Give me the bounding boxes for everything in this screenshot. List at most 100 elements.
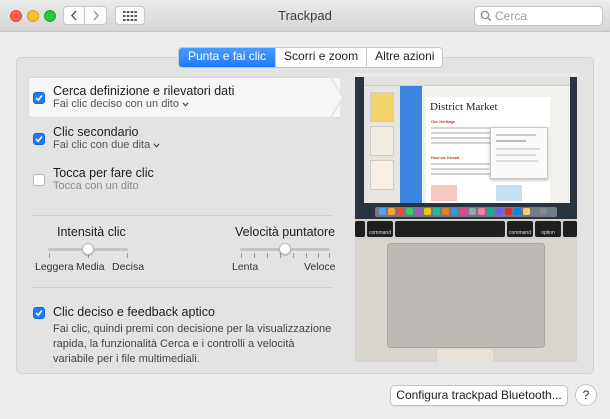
chevron-down-icon [182, 102, 189, 107]
secondary-click-subtitle: Fai clic con due dita [53, 139, 151, 151]
speed-label-slow: Lenta [232, 261, 259, 273]
checkmark-icon [35, 94, 43, 102]
dock-app-icon [469, 208, 476, 215]
system-preferences-window: Trackpad Punta e fai clic Scorri e zoom … [0, 0, 610, 419]
tap-to-click-title: Tocca per fare clic [53, 166, 154, 180]
tap-to-click-checkbox[interactable] [33, 174, 45, 186]
tab-more-gestures[interactable]: Altre azioni [366, 48, 442, 67]
tick [293, 253, 294, 258]
dock-app-icon [388, 208, 395, 215]
preview-toolbar [364, 77, 570, 86]
chevron-down-icon [153, 143, 160, 148]
bluetooth-trackpad-button[interactable]: Configura trackpad Bluetooth... [390, 385, 568, 406]
dock-app-icon [406, 208, 413, 215]
help-button[interactable]: ? [575, 384, 597, 406]
tick [318, 253, 319, 258]
text-line [496, 154, 536, 156]
preview-trackpad [387, 243, 545, 348]
text-line [431, 163, 491, 165]
intensity-label-light: Leggera [35, 261, 74, 273]
lookup-subtitle: Fai clic deciso con un dito [53, 98, 179, 110]
divider [32, 287, 332, 288]
speed-label-fast: Veloce [304, 261, 336, 273]
preview-thumbnails [364, 86, 400, 203]
secondary-click-checkbox[interactable] [33, 133, 45, 145]
key-label: command [369, 230, 391, 236]
preview-screen: District Market Our Heritage How we Knea… [355, 73, 577, 219]
dock-app-icon [514, 208, 521, 215]
dock-app-icon [415, 208, 422, 215]
preview-doc-title: District Market [430, 101, 498, 113]
selection-arrow [330, 77, 344, 118]
tick [254, 253, 255, 258]
tab-scroll-and-zoom[interactable]: Scorri e zoom [275, 48, 366, 67]
lookup-title: Cerca definizione e rilevatori dati [53, 84, 235, 98]
dock-app-icon [460, 208, 467, 215]
pointer-speed-slider[interactable] [279, 243, 291, 255]
search-input[interactable] [495, 8, 595, 24]
preview-image [496, 185, 522, 201]
preview-app-window: District Market Our Heritage How we Knea… [364, 77, 570, 203]
keyboard-key-arrow [563, 221, 577, 237]
title-bar: Trackpad [0, 0, 610, 32]
lookup-gesture-menu[interactable]: Fai clic deciso con un dito [53, 98, 189, 110]
tick [49, 253, 50, 258]
tick [241, 253, 242, 258]
checkmark-icon [35, 135, 43, 143]
dock-app-icon [505, 208, 512, 215]
dock-app-icon [478, 208, 485, 215]
preview-lookup-popup [490, 127, 548, 179]
dock-app-icon [451, 208, 458, 215]
dock-app-icon [379, 208, 386, 215]
keyboard-key [355, 221, 365, 237]
thumbnail [370, 160, 394, 190]
tap-to-click-subtitle: Tocca con un dito [53, 180, 139, 192]
pointer-speed-title: Velocità puntatore [235, 225, 336, 239]
force-click-checkbox[interactable] [33, 307, 45, 319]
preview-section-2: How we Knead [431, 155, 460, 160]
search-field[interactable] [474, 6, 603, 26]
preview-trackpad-edge [437, 349, 493, 362]
click-intensity-slider[interactable] [82, 243, 94, 255]
dock-app-icon [487, 208, 494, 215]
keyboard-spacebar [395, 221, 505, 237]
text-line [496, 160, 538, 162]
key-label: option [541, 230, 555, 236]
text-line [431, 168, 489, 170]
dock-app-icon [496, 208, 503, 215]
tick [267, 253, 268, 258]
thumbnail [370, 92, 394, 122]
thumbnail [370, 126, 394, 156]
dock-app-icon [442, 208, 449, 215]
dock-app-icon [397, 208, 404, 215]
force-click-description: Fai clic, quindi premi con decisione per… [53, 323, 332, 365]
tick [127, 253, 128, 258]
divider [32, 215, 332, 216]
intensity-label-firm: Decisa [112, 261, 145, 273]
dock-app-icon [424, 208, 431, 215]
preview-image [431, 185, 457, 201]
dock-trash-icon [540, 208, 547, 215]
text-line [496, 134, 536, 136]
tick [306, 253, 307, 258]
intensity-label-medium: Media [76, 261, 105, 273]
checkmark-icon [35, 309, 43, 317]
secondary-click-title: Clic secondario [53, 125, 139, 139]
text-line [496, 140, 526, 142]
keyboard-key-command: command [367, 221, 393, 237]
tick [329, 253, 330, 258]
preview-sidebar-highlight [400, 86, 422, 203]
text-line [431, 173, 491, 175]
secondary-click-gesture-menu[interactable]: Fai clic con due dita [53, 139, 160, 151]
keyboard-key-option: option [535, 221, 561, 237]
search-icon [480, 10, 492, 22]
gesture-preview-video: District Market Our Heritage How we Knea… [355, 73, 577, 362]
force-click-title: Clic deciso e feedback aptico [53, 305, 215, 319]
lookup-checkbox[interactable] [33, 92, 45, 104]
tab-bar: Punta e fai clic Scorri e zoom Altre azi… [178, 47, 444, 68]
text-line [496, 148, 540, 150]
key-label: command [509, 230, 531, 236]
tab-point-and-click[interactable]: Punta e fai clic [179, 48, 276, 67]
click-intensity-title: Intensità clic [57, 225, 126, 239]
dock-app-icon [523, 208, 530, 215]
